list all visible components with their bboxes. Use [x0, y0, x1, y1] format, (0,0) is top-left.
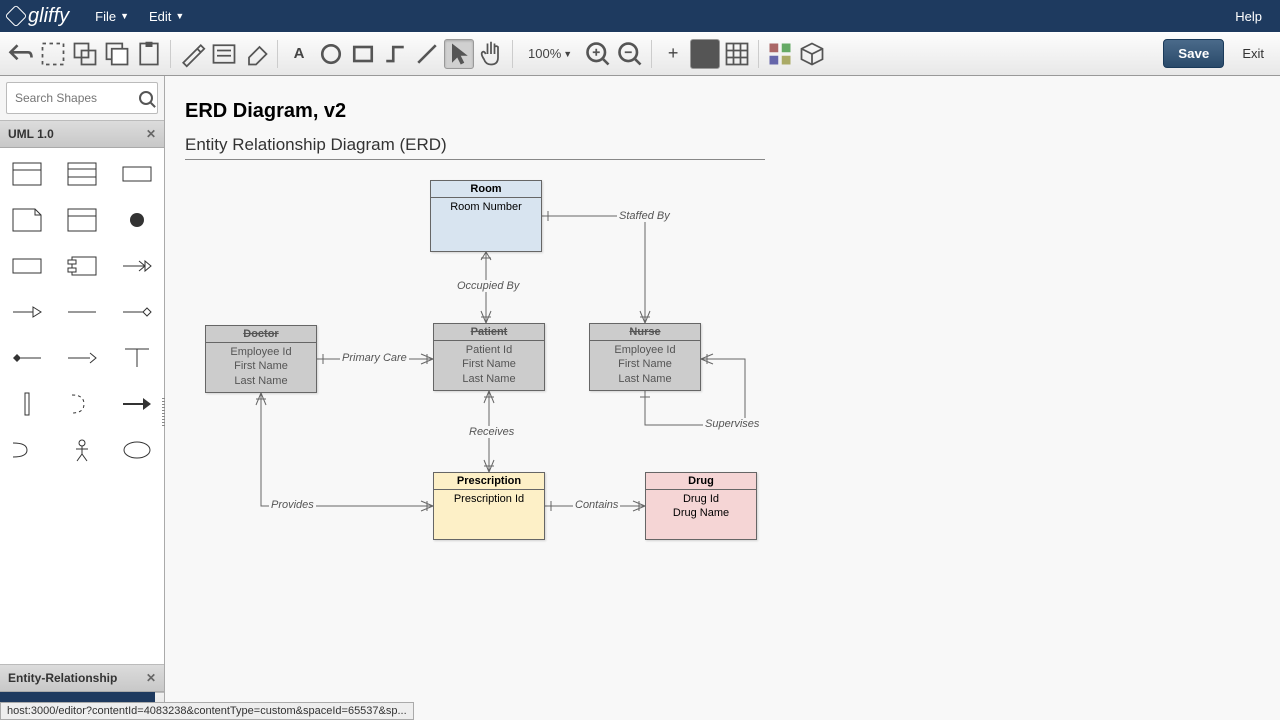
entity-drug[interactable]: Drug Drug IdDrug Name	[645, 472, 757, 540]
shape-curve[interactable]	[59, 386, 106, 422]
shape-filled-diamond[interactable]	[4, 340, 51, 376]
shape-tree[interactable]	[113, 340, 160, 376]
caret-down-icon: ▼	[175, 11, 184, 21]
toolbar-separator	[651, 40, 652, 68]
document-title: ERD Diagram, v2	[185, 96, 1260, 135]
status-bar: host:3000/editor?contentId=4083238&conte…	[0, 702, 414, 720]
shape-object[interactable]	[59, 202, 106, 238]
shape-line[interactable]	[59, 294, 106, 330]
toolbar-separator	[170, 40, 171, 68]
search-input[interactable]	[11, 87, 139, 109]
pencil-tool-button[interactable]	[177, 39, 207, 69]
toolbar: A 100% ▼ + Save Exit	[0, 32, 1280, 76]
undo-button[interactable]	[6, 39, 36, 69]
menu-file[interactable]: File▼	[85, 5, 139, 28]
app-logo: gliffy	[8, 5, 69, 28]
toolbar-separator	[512, 40, 513, 68]
fill-color-picker[interactable]	[690, 39, 720, 69]
circle-tool-button[interactable]	[316, 39, 346, 69]
rel-provides[interactable]: Provides	[269, 499, 316, 511]
shape-open-arrow[interactable]	[113, 248, 160, 284]
search-icon[interactable]	[139, 91, 153, 105]
panel-er[interactable]: Entity-Relationship ✕	[0, 664, 164, 692]
line-tool-button[interactable]	[412, 39, 442, 69]
shape-arrow-dash[interactable]	[59, 340, 106, 376]
shape-actor[interactable]	[59, 432, 106, 468]
select-tool-button[interactable]	[38, 39, 68, 69]
toolbar-separator	[277, 40, 278, 68]
menubar: gliffy File▼ Edit▼ Help	[0, 0, 1280, 32]
grid-toggle-button[interactable]	[722, 39, 752, 69]
rel-occupied-by[interactable]: Occupied By	[455, 280, 521, 292]
rel-supervises[interactable]: Supervises	[703, 418, 761, 430]
rel-contains[interactable]: Contains	[573, 499, 620, 511]
shape-bar[interactable]	[4, 386, 51, 422]
zoom-in-button[interactable]	[583, 39, 613, 69]
menu-edit[interactable]: Edit▼	[139, 5, 194, 28]
rect-tool-button[interactable]	[348, 39, 378, 69]
pointer-tool-button[interactable]	[444, 39, 474, 69]
shape-ellipse[interactable]	[113, 432, 160, 468]
shape-class3[interactable]	[59, 156, 106, 192]
shape-solid-arrow[interactable]	[113, 386, 160, 422]
cube-button[interactable]	[797, 39, 827, 69]
shape-half-oval[interactable]	[4, 432, 51, 468]
rel-staffed-by[interactable]: Staffed By	[617, 210, 672, 222]
erd-diagram[interactable]: Room Room Number Doctor Employee IdFirst…	[185, 180, 1260, 600]
rel-primary-care[interactable]: Primary Care	[340, 352, 409, 364]
text-tool-button[interactable]: A	[284, 39, 314, 69]
entity-nurse[interactable]: Nurse Employee IdFirst NameLast Name	[589, 323, 701, 391]
entity-patient[interactable]: Patient Patient IdFirst NameLast Name	[433, 323, 545, 391]
group-button[interactable]	[70, 39, 100, 69]
shape-diamond-line[interactable]	[113, 294, 160, 330]
shape-class[interactable]	[4, 156, 51, 192]
shape-simple-rect[interactable]	[4, 248, 51, 284]
note-tool-button[interactable]	[209, 39, 239, 69]
shape-note[interactable]	[4, 202, 51, 238]
menu-help[interactable]: Help	[1225, 5, 1272, 28]
logo-icon	[5, 5, 28, 28]
entity-room[interactable]: Room Room Number	[430, 180, 542, 252]
entity-prescription[interactable]: Prescription Prescription Id	[433, 472, 545, 540]
shape-dot[interactable]	[113, 202, 160, 238]
caret-down-icon: ▼	[120, 11, 129, 21]
shape-tri-arrow[interactable]	[4, 294, 51, 330]
rel-receives[interactable]: Receives	[467, 426, 516, 438]
panel-uml[interactable]: UML 1.0 ✕	[0, 120, 164, 148]
close-icon[interactable]: ✕	[146, 127, 156, 141]
toolbar-separator	[758, 40, 759, 68]
zoom-out-button[interactable]	[615, 39, 645, 69]
copy-button[interactable]	[102, 39, 132, 69]
save-button[interactable]: Save	[1163, 39, 1224, 68]
canvas[interactable]: ERD Diagram, v2 Entity Relationship Diag…	[165, 76, 1280, 720]
close-icon[interactable]: ✕	[146, 671, 156, 685]
exit-button[interactable]: Exit	[1232, 40, 1274, 67]
zoom-dropdown[interactable]: 100% ▼	[519, 39, 581, 69]
section-title: Entity Relationship Diagram (ERD)	[185, 135, 765, 160]
connector-tool-button[interactable]	[380, 39, 410, 69]
shape-component[interactable]	[59, 248, 106, 284]
add-page-button[interactable]: +	[658, 39, 688, 69]
workspace: UML 1.0 ✕ Entity-Rela	[0, 76, 1280, 720]
paste-button[interactable]	[134, 39, 164, 69]
uml-shapes-grid	[0, 148, 164, 664]
eraser-tool-button[interactable]	[241, 39, 271, 69]
shape-search[interactable]	[6, 82, 158, 114]
shape-rect[interactable]	[113, 156, 160, 192]
shapes-sidebar: UML 1.0 ✕ Entity-Rela	[0, 76, 165, 720]
entity-doctor[interactable]: Doctor Employee IdFirst NameLast Name	[205, 325, 317, 393]
pan-tool-button[interactable]	[476, 39, 506, 69]
layers-button[interactable]	[765, 39, 795, 69]
